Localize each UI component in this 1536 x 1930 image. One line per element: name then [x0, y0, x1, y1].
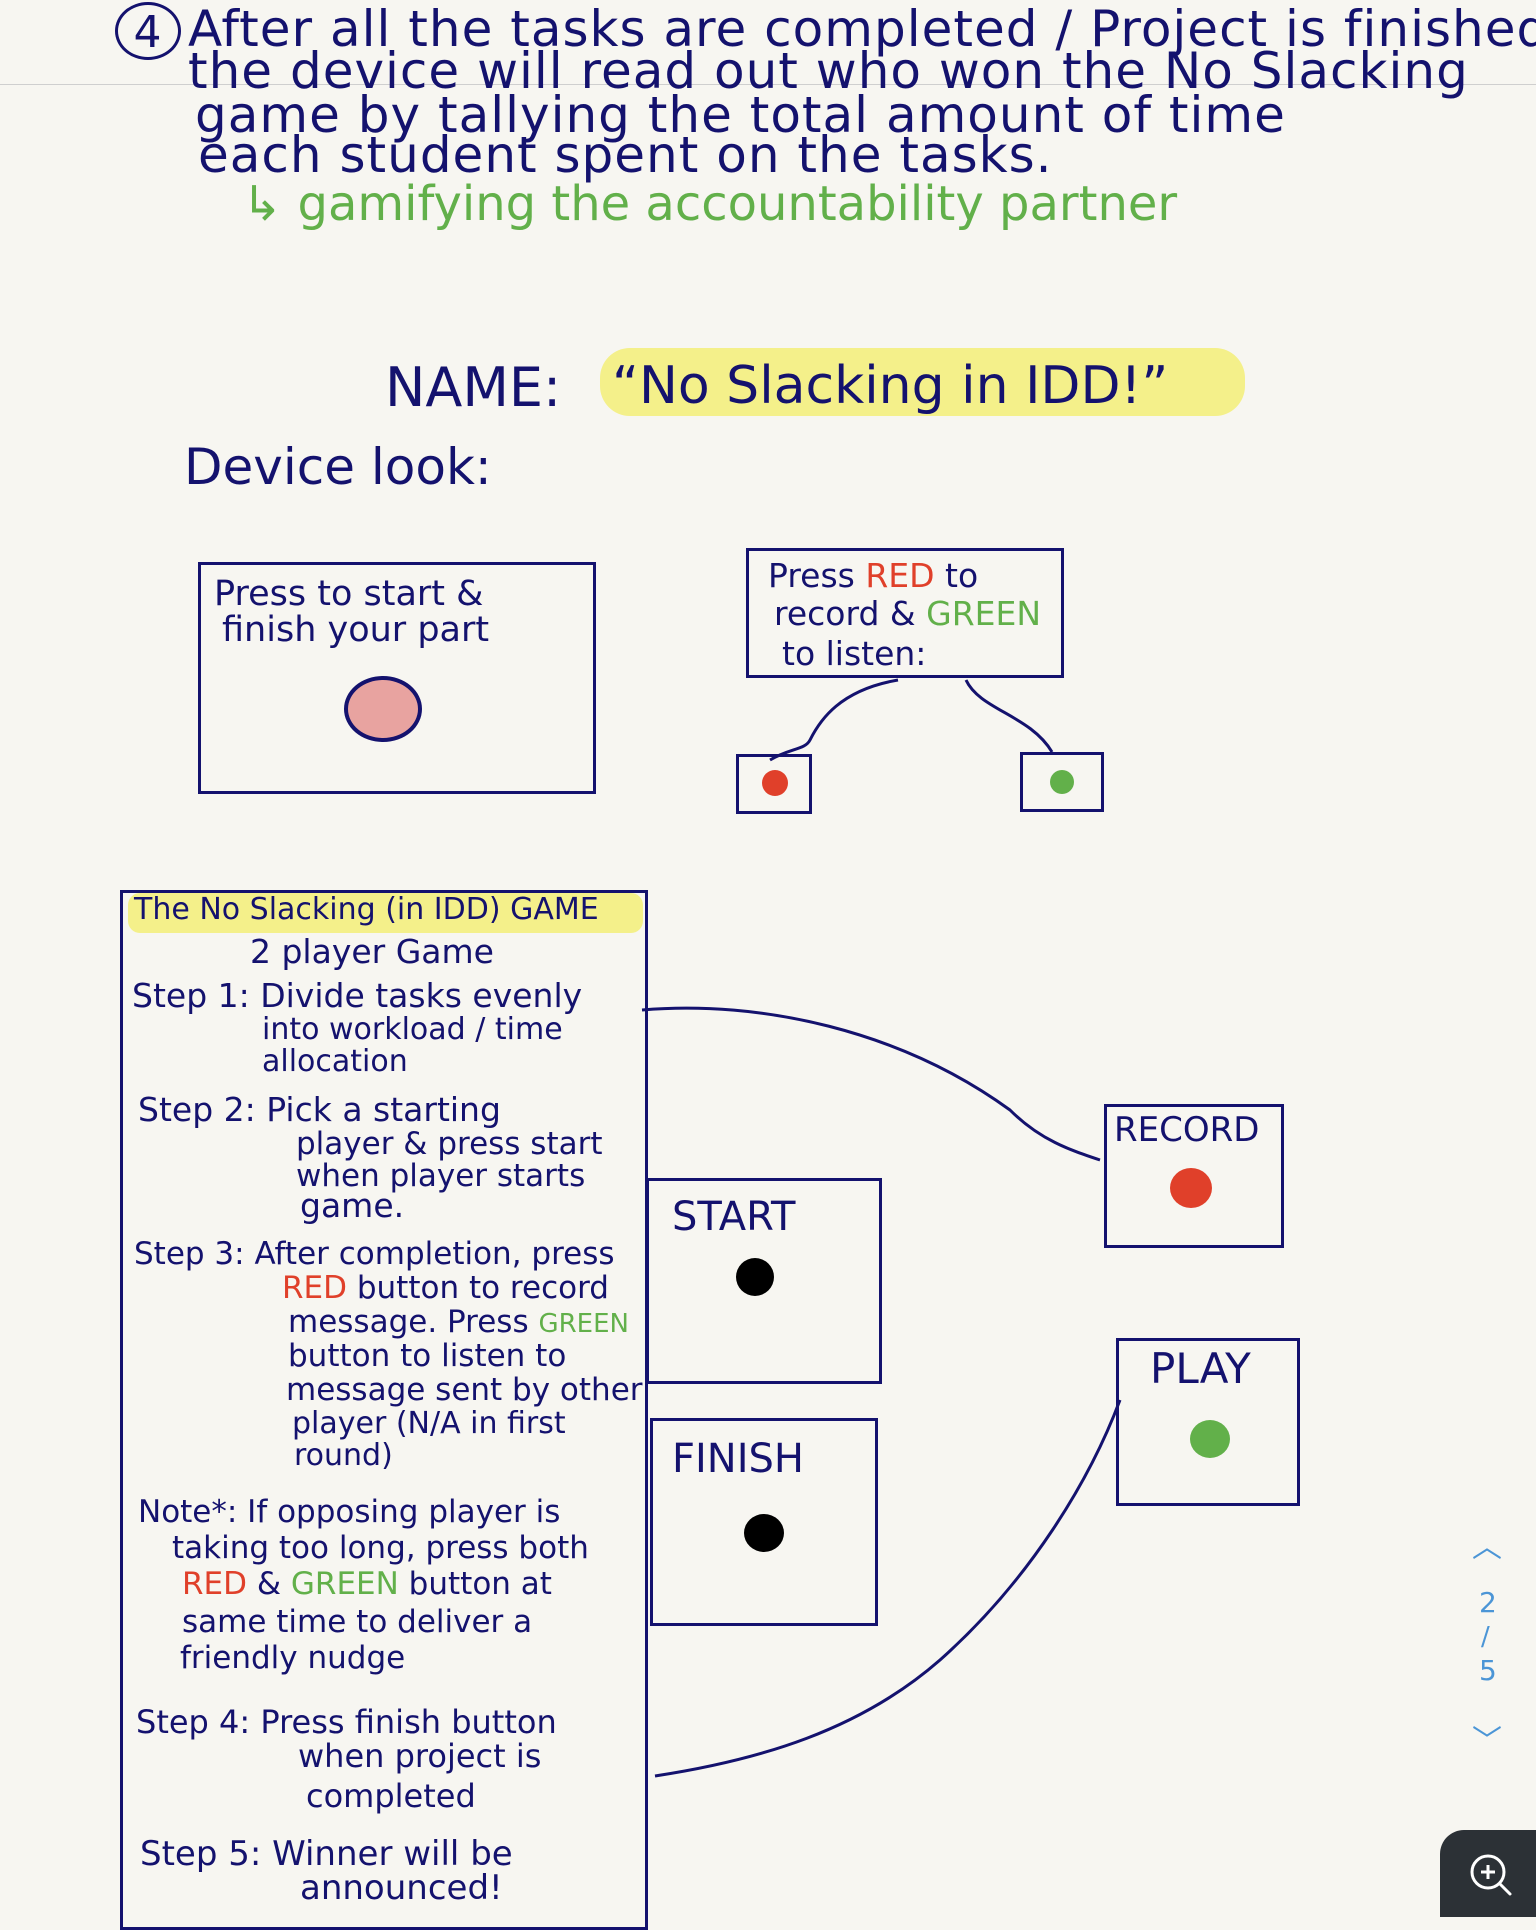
- step-1-line-1: Step 1: Divide tasks evenly: [132, 976, 583, 1015]
- step-1-line-3: allocation: [262, 1044, 408, 1079]
- step-2-line-4: game.: [300, 1186, 405, 1225]
- step-2-line-2: player & press start: [296, 1126, 603, 1162]
- step-1-line-2: into workload / time: [262, 1012, 563, 1047]
- record-dot: [1170, 1168, 1212, 1208]
- instructions-subtitle: 2 player Game: [250, 932, 494, 971]
- page-up-icon[interactable]: ︿: [1472, 1522, 1502, 1566]
- note-green-word: GREEN: [290, 1566, 399, 1602]
- connector-to-green: [964, 679, 1054, 753]
- step-3-line-1: Step 3: After completion, press: [134, 1236, 615, 1272]
- step-3-line-7: round): [294, 1438, 393, 1473]
- step-3-red-word: RED: [282, 1270, 347, 1306]
- page-down-icon[interactable]: ﹀: [1472, 1716, 1502, 1760]
- start-label: START: [672, 1194, 796, 1240]
- note-red-word: RED: [182, 1566, 247, 1602]
- step-3-line-2: RED button to record: [282, 1270, 609, 1306]
- step-3-press-text: message. Press: [288, 1304, 539, 1340]
- step-3-line-3: message. Press GREEN: [288, 1304, 629, 1342]
- finish-dot: [744, 1514, 784, 1552]
- note-line-1: Note*: If opposing player is: [138, 1494, 561, 1530]
- note-line-5: friendly nudge: [180, 1640, 406, 1676]
- note-line-2: taking too long, press both: [172, 1530, 589, 1566]
- finish-label: FINISH: [672, 1436, 804, 1482]
- note-page: 4 After all the tasks are completed / Pr…: [0, 0, 1536, 1930]
- zoom-button[interactable]: [1440, 1830, 1536, 1917]
- step-2-line-1: Step 2: Pick a starting: [138, 1090, 501, 1129]
- connector-to-record: [641, 1006, 1101, 1162]
- step-3-record-text: button to record: [347, 1270, 609, 1306]
- total-pages: 5: [1479, 1654, 1497, 1687]
- play-label: PLAY: [1150, 1344, 1251, 1393]
- note-line-4: same time to deliver a: [182, 1604, 533, 1640]
- note-ampersand: &: [247, 1566, 291, 1602]
- current-page-number: 2: [1479, 1586, 1497, 1619]
- record-label: RECORD: [1114, 1110, 1260, 1150]
- start-dot: [736, 1258, 774, 1296]
- step-4-line-3: completed: [306, 1777, 476, 1815]
- step-5-line-2: announced!: [300, 1868, 503, 1908]
- step-4-line-2: when project is: [298, 1737, 542, 1775]
- step-4-line-1: Step 4: Press finish button: [136, 1703, 557, 1741]
- play-dot: [1190, 1420, 1230, 1458]
- step-3-line-6: player (N/A in first: [292, 1406, 566, 1441]
- page-separator: /: [1481, 1622, 1490, 1652]
- step-3-line-4: button to listen to: [288, 1338, 567, 1374]
- step-5-line-1: Step 5: Winner will be: [140, 1834, 513, 1874]
- zoom-in-icon: [1470, 1854, 1512, 1896]
- step-3-line-5: message sent by other: [286, 1372, 643, 1408]
- note-line-3: RED & GREEN button at: [182, 1566, 552, 1602]
- instructions-title: The No Slacking (in IDD) GAME: [134, 892, 599, 927]
- connector-to-red: [769, 678, 899, 762]
- note-button-at: button at: [398, 1566, 552, 1602]
- step-3-green-word: GREEN: [538, 1309, 629, 1339]
